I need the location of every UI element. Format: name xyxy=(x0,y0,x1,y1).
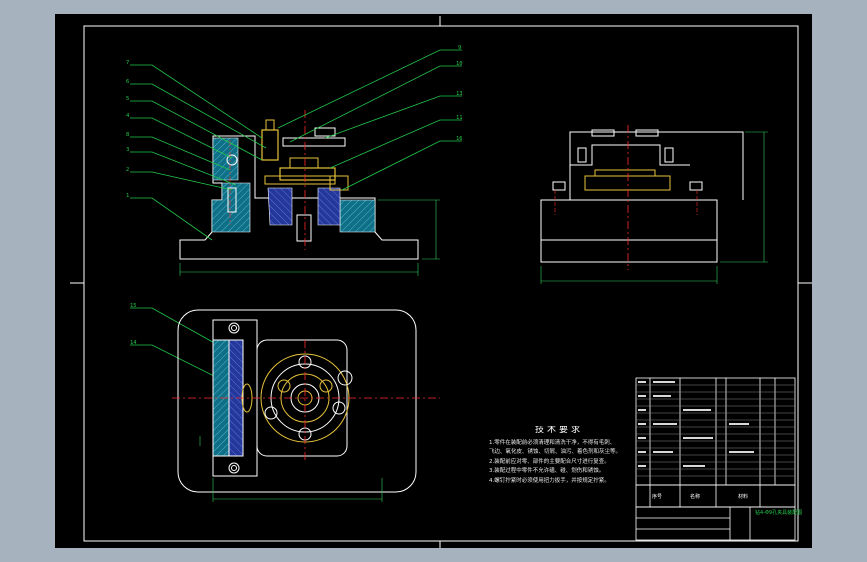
parts-col-material: 材料 xyxy=(738,493,748,500)
callout-5: 5 xyxy=(126,96,129,102)
callout-1: 1 xyxy=(126,193,129,199)
callout-3: 3 xyxy=(126,147,129,153)
callout-6: 6 xyxy=(126,79,129,85)
note-line: 飞边、氧化皮、锈蚀、切屑、油污、着色剂和灰尘等。 xyxy=(489,449,622,455)
note-line: 4.螺钉拧紧时必须使用扭力扳手，并按规定拧紧。 xyxy=(489,477,610,484)
callout-15: 15 xyxy=(130,303,137,309)
drawing-title: 钻4-Φ9孔夹具装配图 xyxy=(755,509,802,516)
note-line: 2.装配前应对零、部件的主要配合尺寸进行复查。 xyxy=(489,458,610,465)
callout-10: 10 xyxy=(456,61,463,67)
callout-2: 2 xyxy=(126,167,129,173)
callout-9: 9 xyxy=(458,45,461,51)
note-line: 3.装配过程中零件不允许磕、碰、划伤和锈蚀。 xyxy=(489,468,605,474)
parts-col-seq: 序号 xyxy=(652,493,662,500)
technical-notes: 技术要求 1.零件在装配前必须清理和清洗干净，不得有毛刺、 飞边、氧化皮、锈蚀、… xyxy=(489,426,629,486)
callout-11: 11 xyxy=(456,115,463,121)
note-line: 1.零件在装配前必须清理和清洗干净，不得有毛刺、 xyxy=(489,439,616,446)
callout-8: 8 xyxy=(126,132,129,138)
callout-16: 16 xyxy=(456,136,463,142)
callout-13: 13 xyxy=(456,91,463,97)
callout-14: 14 xyxy=(130,340,137,346)
callout-7: 7 xyxy=(126,60,129,66)
cad-drawing-canvas: 7 6 5 4 8 3 2 1 9 10 13 11 16 15 14 序号 名… xyxy=(55,14,812,548)
parts-col-name: 名称 xyxy=(690,493,700,500)
technical-notes-title: 技术要求 xyxy=(534,426,583,435)
